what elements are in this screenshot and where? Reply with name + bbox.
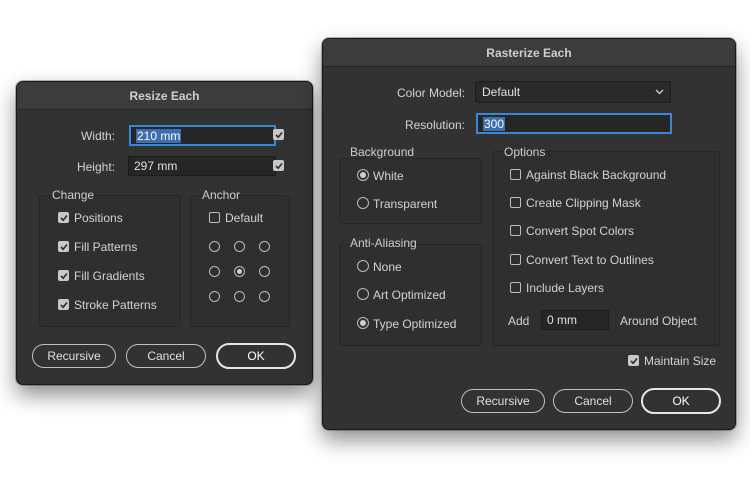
text-outlines-checkbox[interactable] <box>510 254 521 265</box>
spot-colors-checkbox[interactable] <box>510 225 521 236</box>
anchor-bottom-center[interactable] <box>234 291 245 302</box>
aa-art-optimized-radio[interactable] <box>357 288 369 300</box>
aa-none-label: None <box>373 260 402 274</box>
background-white-radio[interactable] <box>357 169 369 181</box>
anti-aliasing-group-title: Anti-Aliasing <box>350 236 417 250</box>
width-input[interactable]: 210 mm <box>129 125 276 146</box>
anchor-top-center[interactable] <box>234 241 245 252</box>
resize-each-dialog: Resize Each Width: 210 mm Height: 297 mm… <box>16 81 313 385</box>
height-value: 297 mm <box>134 159 178 173</box>
background-transparent-radio[interactable] <box>357 197 369 209</box>
width-label: Width: <box>80 129 115 143</box>
include-layers-label: Include Layers <box>526 281 605 295</box>
width-value: 210 mm <box>136 128 182 143</box>
background-white-label: White <box>373 169 404 183</box>
aa-art-optimized-label: Art Optimized <box>373 288 446 302</box>
change-group-title: Change <box>52 188 95 202</box>
anchor-center[interactable] <box>234 266 245 277</box>
aa-type-optimized-label: Type Optimized <box>373 317 457 331</box>
height-checkbox[interactable] <box>273 160 284 171</box>
resize-cancel-button[interactable]: Cancel <box>126 344 206 368</box>
positions-checkbox[interactable] <box>58 212 69 223</box>
background-group <box>339 158 482 224</box>
anchor-group-title: Anchor <box>202 188 241 202</box>
resolution-input[interactable]: 300 <box>476 113 672 134</box>
resize-ok-button[interactable]: OK <box>216 343 296 369</box>
color-model-value: Default <box>482 85 521 99</box>
resize-recursive-button[interactable]: Recursive <box>32 344 116 368</box>
height-input[interactable]: 297 mm <box>128 156 276 176</box>
aa-type-optimized-radio[interactable] <box>357 317 369 329</box>
clipping-mask-checkbox[interactable] <box>510 197 521 208</box>
positions-label: Positions <box>74 211 123 225</box>
spot-colors-label: Convert Spot Colors <box>526 224 635 238</box>
stroke-patterns-label: Stroke Patterns <box>74 298 157 312</box>
anchor-top-left[interactable] <box>209 241 220 252</box>
against-black-label: Against Black Background <box>526 168 667 182</box>
color-model-select[interactable]: Default <box>475 81 671 103</box>
background-transparent-label: Transparent <box>373 197 438 211</box>
around-object-label: Around Object <box>620 314 697 328</box>
add-value: 0 mm <box>547 313 577 327</box>
clipping-mask-label: Create Clipping Mask <box>526 196 641 210</box>
options-group-title: Options <box>504 145 546 159</box>
chevron-down-icon <box>655 89 664 95</box>
text-outlines-label: Convert Text to Outlines <box>526 253 654 267</box>
fill-patterns-label: Fill Patterns <box>74 240 138 254</box>
anchor-bottom-left[interactable] <box>209 291 220 302</box>
anchor-middle-left[interactable] <box>209 266 220 277</box>
color-model-label: Color Model: <box>396 86 465 100</box>
against-black-checkbox[interactable] <box>510 169 521 180</box>
resize-each-title: Resize Each <box>17 82 312 110</box>
rasterize-each-title: Rasterize Each <box>323 39 735 67</box>
add-input[interactable]: 0 mm <box>541 310 609 330</box>
anchor-middle-right[interactable] <box>259 266 270 277</box>
include-layers-checkbox[interactable] <box>510 282 521 293</box>
rasterize-cancel-button[interactable]: Cancel <box>553 389 633 413</box>
fill-patterns-checkbox[interactable] <box>58 241 69 252</box>
width-checkbox[interactable] <box>273 129 284 140</box>
fill-gradients-label: Fill Gradients <box>74 269 145 283</box>
default-label: Default <box>225 211 264 225</box>
resolution-value: 300 <box>483 116 506 131</box>
add-label: Add <box>508 314 530 328</box>
anchor-top-right[interactable] <box>259 241 270 252</box>
rasterize-each-dialog: Rasterize Each Color Model: Default Reso… <box>322 38 736 430</box>
rasterize-recursive-button[interactable]: Recursive <box>461 389 545 413</box>
fill-gradients-checkbox[interactable] <box>58 270 69 281</box>
anchor-bottom-right[interactable] <box>259 291 270 302</box>
stroke-patterns-checkbox[interactable] <box>58 299 69 310</box>
aa-none-radio[interactable] <box>357 260 369 272</box>
background-group-title: Background <box>350 145 415 159</box>
resolution-label: Resolution: <box>404 118 465 132</box>
maintain-size-label: Maintain Size <box>644 354 717 368</box>
rasterize-ok-button[interactable]: OK <box>641 388 721 414</box>
height-label: Height: <box>76 160 115 174</box>
default-checkbox[interactable] <box>209 212 220 223</box>
maintain-size-checkbox[interactable] <box>628 355 639 366</box>
